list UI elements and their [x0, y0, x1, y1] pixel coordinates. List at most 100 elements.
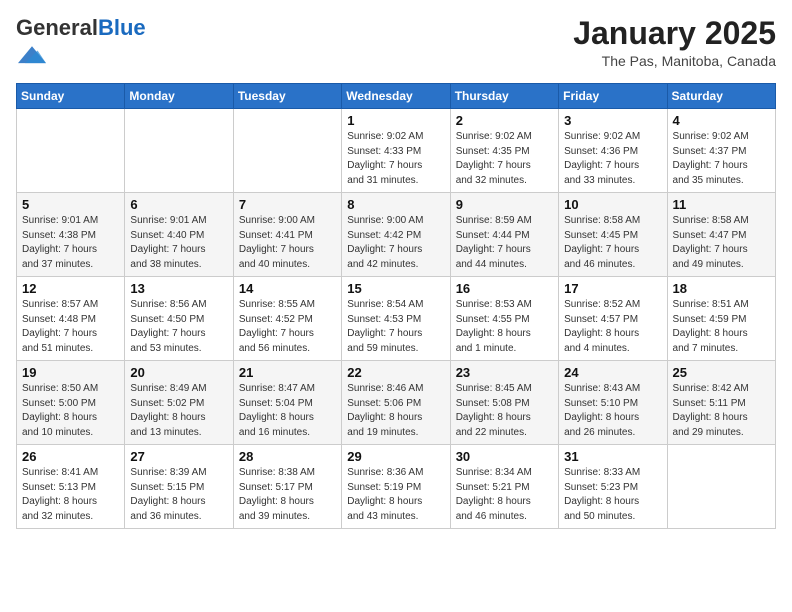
- calendar-day: 5Sunrise: 9:01 AM Sunset: 4:38 PM Daylig…: [17, 193, 125, 277]
- calendar-day: 20 Sunrise: 8:49 AM Sunset: 5:02 PM Dayli…: [125, 361, 233, 445]
- calendar-day: 15 Sunrise: 8:54 AM Sunset: 4:53 PM Dayli…: [342, 277, 450, 361]
- day-number: 15: [347, 281, 444, 296]
- day-number: 23: [456, 365, 553, 380]
- weekday-header: Monday: [125, 84, 233, 109]
- month-title: January 2025: [573, 16, 776, 51]
- day-info: Sunrise: 8:43 AM Sunset: 5:10 PM Dayligh…: [564, 382, 661, 440]
- day-info: Sunrise: 8:33 AM Sunset: 5:23 PM Dayligh…: [564, 466, 661, 524]
- page: GeneralBlue January 2025 The Pas, Manito…: [0, 0, 792, 539]
- weekday-header: Wednesday: [342, 84, 450, 109]
- day-number: 24: [564, 365, 661, 380]
- day-info: Sunrise: 8:42 AM Sunset: 5:11 PM Dayligh…: [673, 382, 770, 440]
- day-info: Sunrise: 9:02 AM Sunset: 4:37 PM Dayligh…: [673, 130, 770, 188]
- day-info: Sunrise: 8:34 AM Sunset: 5:21 PM Dayligh…: [456, 466, 553, 524]
- calendar-day: 3Sunrise: 9:02 AM Sunset: 4:36 PM Daylig…: [559, 109, 667, 193]
- day-info: Sunrise: 9:02 AM Sunset: 4:33 PM Dayligh…: [347, 130, 444, 188]
- calendar-day: 10 Sunrise: 8:58 AM Sunset: 4:45 PM Dayli…: [559, 193, 667, 277]
- calendar-day: 26Sunrise: 8:41 AM Sunset: 5:13 PM Dayli…: [17, 445, 125, 529]
- day-number: 31: [564, 449, 661, 464]
- calendar-day: 19Sunrise: 8:50 AM Sunset: 5:00 PM Dayli…: [17, 361, 125, 445]
- day-number: 22: [347, 365, 444, 380]
- day-info: Sunrise: 9:00 AM Sunset: 4:42 PM Dayligh…: [347, 214, 444, 272]
- logo-icon: [18, 40, 46, 68]
- calendar-day: [233, 109, 341, 193]
- calendar-day: 14 Sunrise: 8:55 AM Sunset: 4:52 PM Dayli…: [233, 277, 341, 361]
- day-info: Sunrise: 8:59 AM Sunset: 4:44 PM Dayligh…: [456, 214, 553, 272]
- logo-text: GeneralBlue: [16, 16, 146, 40]
- calendar-day: 4 Sunrise: 9:02 AM Sunset: 4:37 PM Daylig…: [667, 109, 775, 193]
- day-info: Sunrise: 8:39 AM Sunset: 5:15 PM Dayligh…: [130, 466, 227, 524]
- calendar-day: 23Sunrise: 8:45 AM Sunset: 5:08 PM Dayli…: [450, 361, 558, 445]
- day-number: 26: [22, 449, 119, 464]
- day-info: Sunrise: 9:02 AM Sunset: 4:35 PM Dayligh…: [456, 130, 553, 188]
- day-info: Sunrise: 8:53 AM Sunset: 4:55 PM Dayligh…: [456, 298, 553, 356]
- day-number: 11: [673, 197, 770, 212]
- day-info: Sunrise: 8:50 AM Sunset: 5:00 PM Dayligh…: [22, 382, 119, 440]
- day-number: 20: [130, 365, 227, 380]
- calendar: SundayMondayTuesdayWednesdayThursdayFrid…: [16, 83, 776, 529]
- day-number: 28: [239, 449, 336, 464]
- calendar-day: 12 Sunrise: 8:57 AM Sunset: 4:48 PM Dayli…: [17, 277, 125, 361]
- weekday-header: Friday: [559, 84, 667, 109]
- day-number: 21: [239, 365, 336, 380]
- day-info: Sunrise: 8:58 AM Sunset: 4:45 PM Dayligh…: [564, 214, 661, 272]
- weekday-header: Sunday: [17, 84, 125, 109]
- calendar-day: 2Sunrise: 9:02 AM Sunset: 4:35 PM Daylig…: [450, 109, 558, 193]
- day-info: Sunrise: 8:57 AM Sunset: 4:48 PM Dayligh…: [22, 298, 119, 356]
- calendar-day: 1Sunrise: 9:02 AM Sunset: 4:33 PM Daylig…: [342, 109, 450, 193]
- day-number: 18: [673, 281, 770, 296]
- calendar-week: 1Sunrise: 9:02 AM Sunset: 4:33 PM Daylig…: [17, 109, 776, 193]
- calendar-body: 1Sunrise: 9:02 AM Sunset: 4:33 PM Daylig…: [17, 109, 776, 529]
- calendar-day: 28 Sunrise: 8:38 AM Sunset: 5:17 PM Dayli…: [233, 445, 341, 529]
- day-number: 25: [673, 365, 770, 380]
- weekday-header: Thursday: [450, 84, 558, 109]
- day-info: Sunrise: 8:49 AM Sunset: 5:02 PM Dayligh…: [130, 382, 227, 440]
- day-number: 16: [456, 281, 553, 296]
- day-info: Sunrise: 8:54 AM Sunset: 4:53 PM Dayligh…: [347, 298, 444, 356]
- day-number: 6: [130, 197, 227, 212]
- calendar-day: 18 Sunrise: 8:51 AM Sunset: 4:59 PM Dayli…: [667, 277, 775, 361]
- day-info: Sunrise: 8:38 AM Sunset: 5:17 PM Dayligh…: [239, 466, 336, 524]
- calendar-day: [17, 109, 125, 193]
- day-info: Sunrise: 8:52 AM Sunset: 4:57 PM Dayligh…: [564, 298, 661, 356]
- calendar-week: 5Sunrise: 9:01 AM Sunset: 4:38 PM Daylig…: [17, 193, 776, 277]
- calendar-day: 13 Sunrise: 8:56 AM Sunset: 4:50 PM Dayli…: [125, 277, 233, 361]
- day-number: 14: [239, 281, 336, 296]
- calendar-day: 30 Sunrise: 8:34 AM Sunset: 5:21 PM Dayli…: [450, 445, 558, 529]
- logo-blue: Blue: [98, 15, 146, 40]
- calendar-day: 27 Sunrise: 8:39 AM Sunset: 5:15 PM Dayli…: [125, 445, 233, 529]
- day-info: Sunrise: 8:51 AM Sunset: 4:59 PM Dayligh…: [673, 298, 770, 356]
- calendar-day: [125, 109, 233, 193]
- day-number: 10: [564, 197, 661, 212]
- day-number: 13: [130, 281, 227, 296]
- calendar-day: 9 Sunrise: 8:59 AM Sunset: 4:44 PM Daylig…: [450, 193, 558, 277]
- calendar-day: 8 Sunrise: 9:00 AM Sunset: 4:42 PM Daylig…: [342, 193, 450, 277]
- day-number: 3: [564, 113, 661, 128]
- calendar-day: 29Sunrise: 8:36 AM Sunset: 5:19 PM Dayli…: [342, 445, 450, 529]
- calendar-week: 26Sunrise: 8:41 AM Sunset: 5:13 PM Dayli…: [17, 445, 776, 529]
- day-info: Sunrise: 8:36 AM Sunset: 5:19 PM Dayligh…: [347, 466, 444, 524]
- calendar-day: [667, 445, 775, 529]
- day-info: Sunrise: 8:55 AM Sunset: 4:52 PM Dayligh…: [239, 298, 336, 356]
- day-info: Sunrise: 9:01 AM Sunset: 4:38 PM Dayligh…: [22, 214, 119, 272]
- day-info: Sunrise: 9:00 AM Sunset: 4:41 PM Dayligh…: [239, 214, 336, 272]
- day-info: Sunrise: 8:46 AM Sunset: 5:06 PM Dayligh…: [347, 382, 444, 440]
- weekday-row: SundayMondayTuesdayWednesdayThursdayFrid…: [17, 84, 776, 109]
- day-number: 4: [673, 113, 770, 128]
- title-area: January 2025 The Pas, Manitoba, Canada: [573, 16, 776, 69]
- calendar-day: 24 Sunrise: 8:43 AM Sunset: 5:10 PM Dayli…: [559, 361, 667, 445]
- day-number: 27: [130, 449, 227, 464]
- day-number: 17: [564, 281, 661, 296]
- day-info: Sunrise: 9:01 AM Sunset: 4:40 PM Dayligh…: [130, 214, 227, 272]
- calendar-day: 17 Sunrise: 8:52 AM Sunset: 4:57 PM Dayli…: [559, 277, 667, 361]
- day-number: 12: [22, 281, 119, 296]
- header: GeneralBlue January 2025 The Pas, Manito…: [16, 16, 776, 73]
- calendar-header: SundayMondayTuesdayWednesdayThursdayFrid…: [17, 84, 776, 109]
- day-number: 30: [456, 449, 553, 464]
- day-info: Sunrise: 8:58 AM Sunset: 4:47 PM Dayligh…: [673, 214, 770, 272]
- calendar-day: 21Sunrise: 8:47 AM Sunset: 5:04 PM Dayli…: [233, 361, 341, 445]
- day-number: 8: [347, 197, 444, 212]
- day-info: Sunrise: 8:56 AM Sunset: 4:50 PM Dayligh…: [130, 298, 227, 356]
- calendar-day: 22 Sunrise: 8:46 AM Sunset: 5:06 PM Dayli…: [342, 361, 450, 445]
- day-number: 9: [456, 197, 553, 212]
